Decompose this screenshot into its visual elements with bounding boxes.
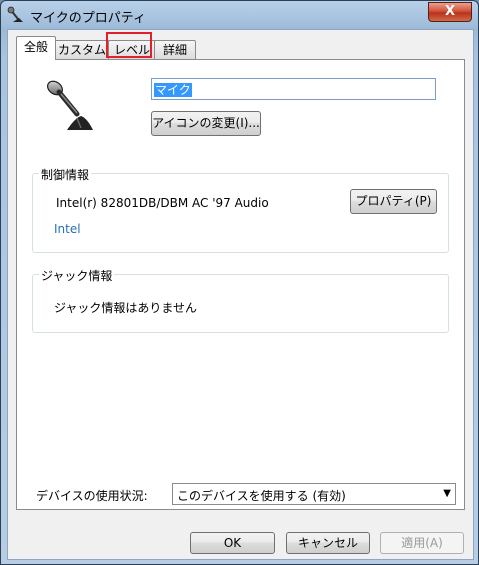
device-name-value: マイク <box>154 83 192 97</box>
tab-advanced[interactable]: 詳細 <box>154 40 196 59</box>
apply-button[interactable]: 適用(A) <box>380 532 464 554</box>
device-usage-value: このデバイスを使用する (有効) <box>177 489 346 503</box>
jack-info-title: ジャック情報 <box>39 267 115 284</box>
controller-info-title: 制御情報 <box>39 166 92 183</box>
general-tab-panel: マイク アイコンの変更(I)... 制御情報 Intel(r) 82801DB/… <box>16 59 465 510</box>
dropdown-arrow-icon: ▼ <box>443 488 451 499</box>
tab-general[interactable]: 全般 <box>16 36 56 60</box>
ok-button[interactable]: OK <box>190 532 275 554</box>
vendor-link[interactable]: Intel <box>54 222 81 236</box>
device-usage-select[interactable]: このデバイスを使用する (有効) ▼ <box>172 483 456 505</box>
controller-device-text: Intel(r) 82801DB/DBM AC '97 Audio <box>56 196 269 210</box>
title-bar[interactable]: マイクのプロパティ X <box>1 1 478 29</box>
device-name-field[interactable]: マイク <box>151 78 436 100</box>
microphone-icon <box>7 6 23 22</box>
device-usage-label: デバイスの使用状況: <box>36 489 148 503</box>
change-icon-button[interactable]: アイコンの変更(I)... <box>151 111 261 136</box>
controller-info-group: 制御情報 Intel(r) 82801DB/DBM AC '97 Audio I… <box>32 166 449 253</box>
properties-button[interactable]: プロパティ(P) <box>350 189 437 214</box>
tab-custom[interactable]: カスタム <box>54 40 110 59</box>
microphone-icon <box>46 80 93 130</box>
cancel-button[interactable]: キャンセル <box>286 532 370 554</box>
properties-window: マイクのプロパティ X 全般 カスタム レベル 詳細 マイク アイコンの変更(I… <box>0 0 479 565</box>
jack-info-group: ジャック情報 ジャック情報はありません <box>32 267 449 333</box>
jack-info-message: ジャック情報はありません <box>54 301 198 315</box>
levels-tab-highlight <box>106 32 152 58</box>
close-button[interactable]: X <box>428 2 472 22</box>
dialog-client: 全般 カスタム レベル 詳細 マイク アイコンの変更(I)... 制御情報 In… <box>7 29 474 560</box>
window-title: マイクのプロパティ <box>30 11 146 26</box>
